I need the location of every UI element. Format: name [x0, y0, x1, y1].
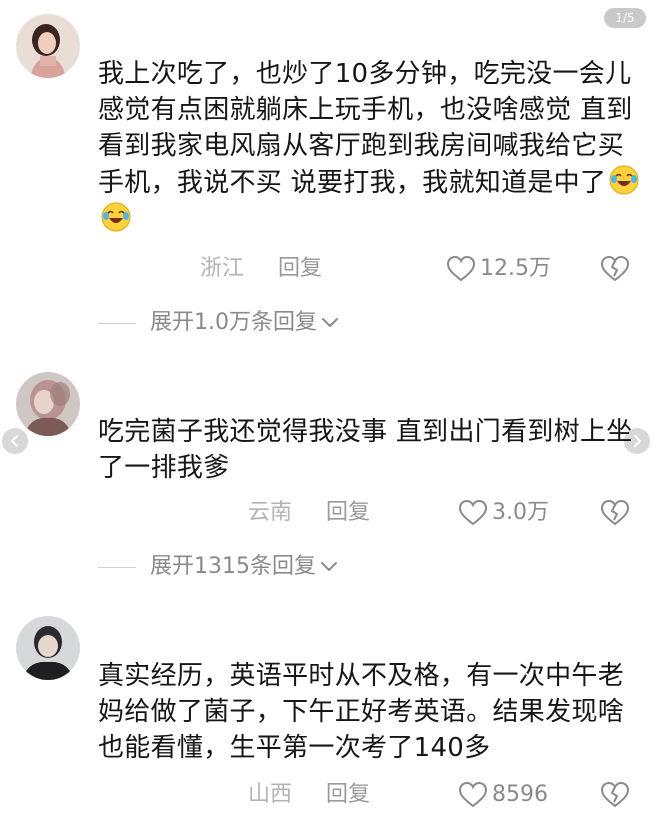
crying-laughing-emoji [101, 202, 131, 232]
heart-outline-icon [446, 255, 476, 282]
like-button[interactable]: 8596 [458, 780, 548, 810]
chevron-left-icon [11, 435, 18, 447]
comment-body: 吃完菌子我还觉得我没事 直到出门看到树上坐了一排我爹 [98, 417, 633, 483]
prev-image-button[interactable] [2, 428, 28, 454]
dislike-button[interactable] [600, 780, 630, 810]
divider-line [98, 566, 136, 568]
expand-replies-label: 展开1315条回复 [150, 554, 316, 579]
page-counter: 1/5 [604, 8, 646, 28]
user-avatar-image [16, 616, 80, 680]
chevron-down-icon [322, 318, 338, 327]
avatar[interactable] [16, 616, 80, 680]
like-count: 8596 [492, 782, 548, 807]
crying-laughing-emoji [609, 165, 639, 195]
expand-replies-button[interactable]: 展开1.0万条回复 [98, 308, 339, 338]
broken-heart-icon [600, 781, 630, 808]
avatar[interactable] [16, 14, 80, 78]
reply-button[interactable]: 回复 [326, 780, 370, 810]
user-avatar-image [16, 372, 80, 436]
broken-heart-icon [600, 255, 630, 282]
comment-meta: 山西 回复 8596 [0, 780, 660, 810]
like-count: 3.0万 [492, 500, 549, 525]
heart-outline-icon [458, 499, 488, 526]
like-button[interactable]: 3.0万 [458, 498, 549, 528]
expand-replies-label: 展开1.0万条回复 [150, 310, 317, 335]
comment-text: 吃完菌子我还觉得我没事 直到出门看到树上坐了一排我爹 [98, 414, 643, 486]
comment-meta: 浙江 回复 12.5万 [0, 254, 660, 284]
dislike-button[interactable] [600, 498, 630, 528]
comment-text: 我上次吃了，也炒了10多分钟，吃完没一会儿感觉有点困就躺床上玩手机，也没啥感觉 … [98, 56, 643, 238]
reply-button[interactable]: 回复 [326, 498, 370, 528]
user-avatar-image [16, 14, 80, 78]
chevron-down-icon [321, 562, 337, 571]
reply-button[interactable]: 回复 [278, 254, 322, 284]
comment-location: 浙江 [200, 256, 245, 281]
divider-line [98, 322, 136, 324]
comment-text: 真实经历，英语平时从不及格，有一次中午老妈给做了菌子，下午正好考英语。结果发现啥… [98, 658, 643, 766]
comment-meta: 云南 回复 3.0万 [0, 498, 660, 528]
comment-location: 山西 [248, 782, 293, 807]
heart-outline-icon [458, 781, 488, 808]
comment-body: 我上次吃了，也炒了10多分钟，吃完没一会儿感觉有点困就躺床上玩手机，也没啥感觉 … [98, 59, 633, 198]
comment-body: 真实经历，英语平时从不及格，有一次中午老妈给做了菌子，下午正好考英语。结果发现啥… [98, 661, 625, 763]
comment-location: 云南 [248, 500, 293, 525]
like-count: 12.5万 [480, 256, 551, 281]
avatar[interactable] [16, 372, 80, 436]
like-button[interactable]: 12.5万 [446, 254, 551, 284]
expand-replies-button[interactable]: 展开1315条回复 [98, 552, 338, 582]
broken-heart-icon [600, 499, 630, 526]
dislike-button[interactable] [600, 254, 630, 284]
